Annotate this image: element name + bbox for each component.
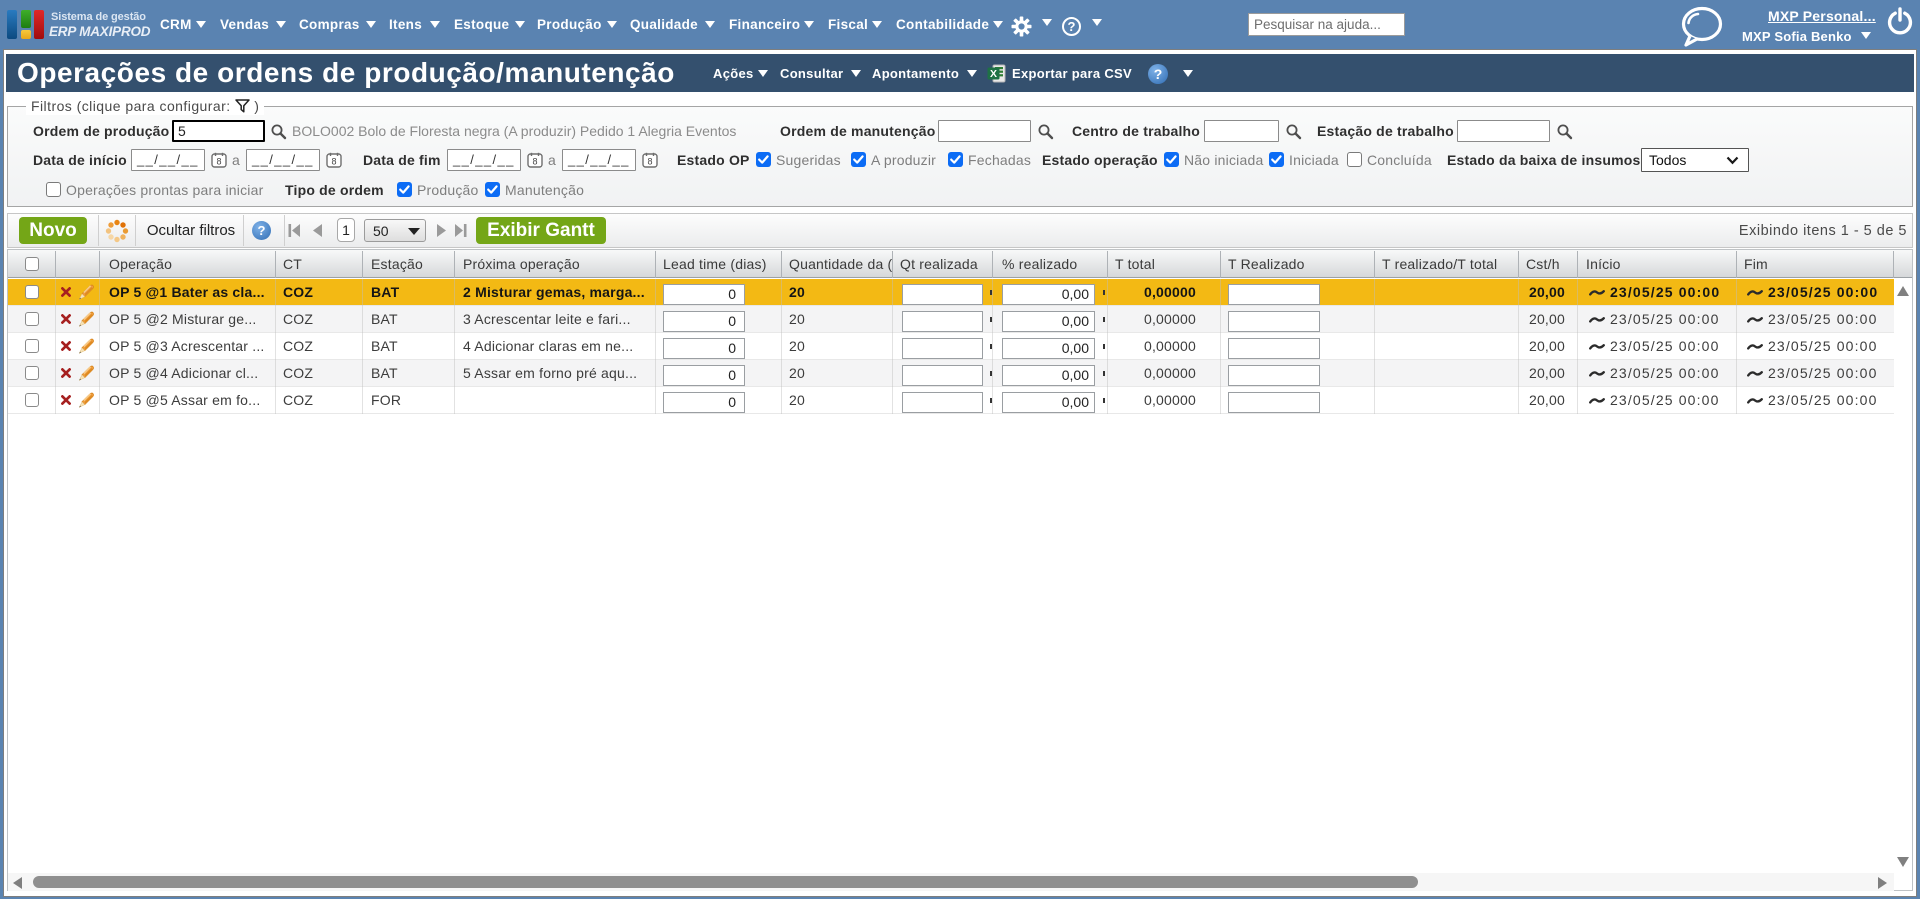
svg-text:8: 8 [647,157,652,167]
svg-text:8: 8 [331,157,336,167]
svg-text:X: X [990,68,997,80]
svg-text:8: 8 [216,157,221,167]
svg-text:8: 8 [532,157,537,167]
